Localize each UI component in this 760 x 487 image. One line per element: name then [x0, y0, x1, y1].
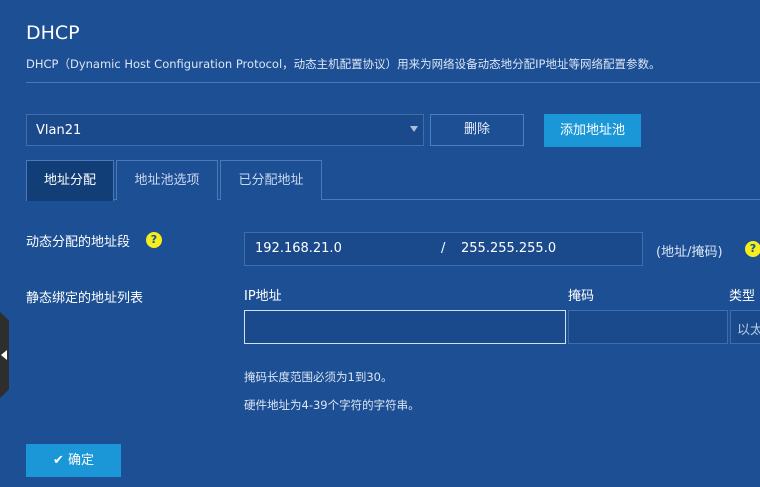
page-title: DHCP — [26, 22, 80, 44]
dynamic-range-label: 动态分配的地址段 — [26, 235, 131, 250]
checkmark-icon: ✔ — [53, 453, 64, 468]
range-unit-label: (地址/掩码) — [656, 245, 723, 260]
delete-button[interactable]: 删除 — [430, 114, 524, 146]
chevron-down-icon — [410, 126, 418, 132]
confirm-button[interactable]: ✔ 确定 — [26, 444, 121, 477]
tab-pool-options[interactable]: 地址池选项 — [116, 160, 218, 200]
column-header-ip: IP地址 — [244, 289, 282, 304]
column-header-mask: 掩码 — [568, 289, 595, 304]
address-pool-select[interactable]: Vlan21 — [26, 114, 424, 146]
range-ip-value: 192.168.21.0 — [255, 241, 342, 256]
hint-hardware-address: 硬件地址为4-39个字符的字符串。 — [244, 398, 420, 412]
range-mask-value: 255.255.255.0 — [461, 241, 557, 256]
tab-allocated-addresses[interactable]: 已分配地址 — [220, 160, 322, 200]
tab-address-allocation[interactable]: 地址分配 — [26, 160, 114, 201]
hint-mask-length: 掩码长度范围必须为1到30。 — [244, 370, 393, 384]
header-divider — [26, 82, 760, 83]
static-type-select[interactable]: 以太 — [730, 310, 760, 344]
static-binding-label: 静态绑定的地址列表 — [26, 291, 144, 306]
address-pool-selected: Vlan21 — [36, 123, 82, 138]
help-icon[interactable]: ? — [146, 232, 162, 248]
confirm-label: 确定 — [67, 453, 94, 468]
range-separator: / — [441, 241, 446, 256]
side-panel-toggle[interactable] — [0, 312, 9, 398]
help-icon[interactable]: ? — [745, 241, 760, 257]
static-ip-input[interactable] — [244, 310, 566, 344]
static-mask-input[interactable] — [568, 310, 728, 344]
page-description: DHCP（Dynamic Host Configuration Protocol… — [26, 57, 661, 71]
dynamic-range-field[interactable]: 192.168.21.0 / 255.255.255.0 — [244, 232, 643, 266]
add-pool-button[interactable]: 添加地址池 — [544, 114, 641, 147]
column-header-type: 类型 — [729, 289, 756, 304]
chevron-left-icon — [1, 350, 7, 360]
